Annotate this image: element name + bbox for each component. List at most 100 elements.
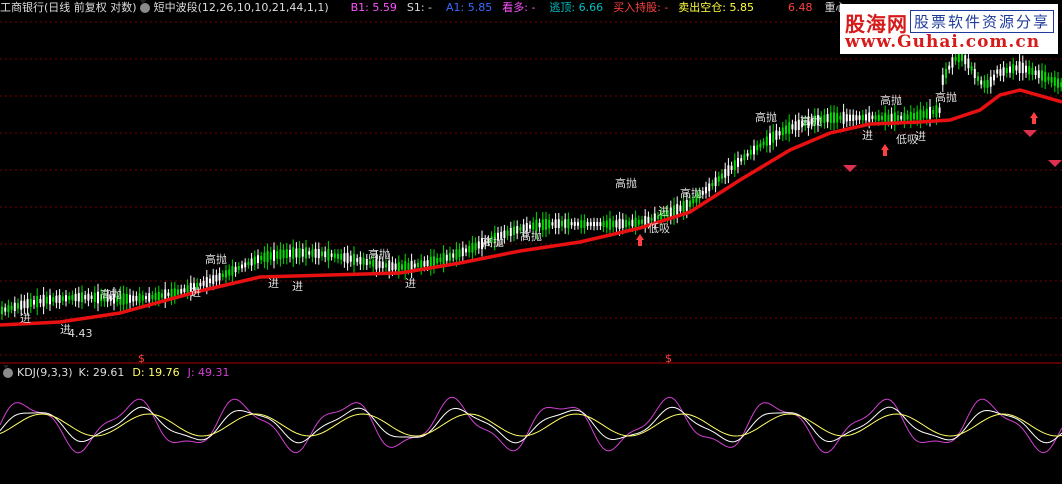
candle-body [282, 250, 285, 258]
candle-body [954, 56, 957, 61]
candle-body [775, 130, 778, 140]
kdj-title[interactable]: KDJ(9,3,3) [17, 365, 73, 381]
candle-body [58, 295, 61, 303]
candle-body [596, 222, 599, 227]
candle-body [93, 292, 96, 302]
candle-body [13, 302, 16, 311]
candle-body [717, 176, 720, 182]
candle-body [951, 57, 954, 68]
candle-body [845, 114, 848, 122]
candle-body [42, 294, 45, 307]
candle-body [241, 264, 243, 269]
candle-body [420, 260, 423, 269]
candle-body [625, 219, 627, 228]
candle-body [84, 295, 87, 300]
main-header: 工商银行(日线 前复权 对数) 短中波段(12,26,10,10,21,44,1… [0, 0, 850, 16]
candle-body [541, 219, 544, 230]
candle-body [826, 114, 829, 123]
candle-body [273, 249, 275, 261]
candle-body [637, 219, 640, 225]
candle-body [183, 288, 186, 293]
sell-short-value: 卖出空仓: 5.85 [678, 1, 754, 14]
candle-body [1012, 64, 1015, 74]
candle-body [180, 288, 183, 294]
candle-body [263, 252, 266, 262]
low-buy-label: 低吸 [648, 222, 670, 235]
candle-body [532, 222, 535, 230]
candle-body [324, 251, 327, 258]
candle-body [996, 69, 999, 74]
high-sell-label: 高抛 [615, 176, 637, 190]
candle-body [849, 114, 851, 122]
candle-body [247, 261, 250, 266]
candle-body [711, 183, 714, 187]
candle-body [740, 158, 743, 162]
candle-body [580, 220, 583, 228]
dropdown-icon[interactable] [139, 3, 150, 13]
dropdown-icon[interactable] [3, 368, 13, 378]
candle-body [641, 219, 643, 224]
candle-body [689, 200, 691, 207]
candle-body [909, 111, 912, 122]
candle-body [23, 300, 26, 309]
candle-body [154, 292, 157, 301]
candle-body [87, 293, 90, 301]
candle-body [362, 258, 365, 265]
candle-body [321, 251, 323, 257]
candle-body [714, 177, 717, 187]
candle-body [301, 249, 304, 257]
candle-body [900, 115, 903, 120]
candle-body [1053, 77, 1056, 86]
candle-body [615, 220, 618, 228]
candle-body [865, 114, 867, 121]
candle-body [81, 292, 83, 303]
candle-body [1021, 62, 1024, 74]
candle-body [317, 249, 320, 259]
candle-body [279, 249, 282, 260]
candle-body [551, 222, 554, 226]
candle-body [980, 80, 983, 85]
candle-body [961, 53, 963, 62]
candle-body [426, 260, 429, 267]
candle-body [791, 124, 794, 130]
candle-body [1031, 68, 1034, 75]
candle-body [1028, 66, 1031, 75]
candle-body [298, 247, 301, 258]
dollar-marker: $ [665, 352, 672, 365]
escape-value: 逃顶: 6.66 [549, 1, 604, 14]
candle-body [458, 249, 461, 258]
k-value: K: 29.61 [78, 366, 125, 379]
candle-body [237, 266, 240, 270]
chart-area[interactable]: 高抛高抛 高抛高抛 高抛高抛高抛高抛 高抛高抛 高抛进进进进进进进进 进低吸低吸4.43$… [0, 0, 1062, 484]
candle-body [890, 113, 893, 123]
candle-body [346, 252, 349, 264]
indicator-title[interactable]: 短中波段(12,26,10,10,21,44,1,1) [154, 0, 329, 16]
candle-body [506, 230, 509, 236]
enter-label: 进 [405, 277, 416, 290]
candle-body [349, 255, 352, 262]
candle-body [231, 266, 234, 276]
candle-body [215, 274, 218, 282]
candle-body [913, 113, 915, 120]
candle-body [122, 293, 125, 305]
candle-body [308, 251, 311, 255]
candle-body [749, 149, 752, 155]
candle-body [1044, 71, 1047, 83]
candle-body [513, 226, 515, 235]
candle-body [529, 224, 531, 229]
candle-body [202, 280, 205, 286]
stock-title[interactable]: 工商银行(日线 前复权 对数) [0, 0, 137, 16]
candle-body [369, 260, 371, 265]
candle-body [151, 295, 154, 299]
d-line [0, 413, 1062, 437]
candle-body [599, 222, 602, 227]
candle-body [618, 218, 621, 229]
candle-body [449, 252, 451, 261]
candle-body [1037, 70, 1040, 78]
candle-body [964, 55, 967, 65]
candle-body [881, 116, 883, 120]
candle-body [129, 294, 131, 303]
high-sell-label: 高抛 [800, 114, 822, 128]
candle-body [68, 296, 71, 300]
enter-label: 进 [190, 286, 201, 299]
